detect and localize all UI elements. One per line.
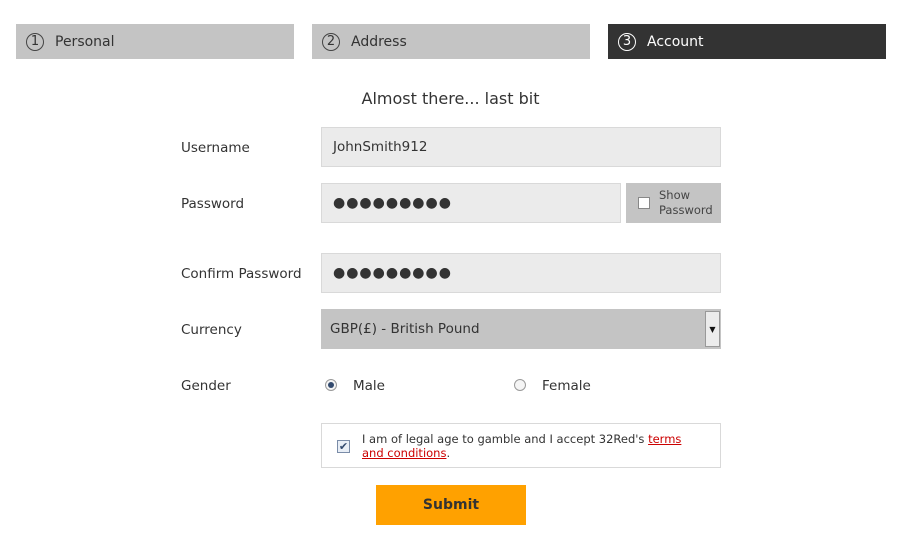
username-label: Username: [181, 140, 250, 156]
step-number-1: 1: [26, 32, 44, 51]
show-password-label-line2: Password: [659, 203, 713, 217]
username-value: JohnSmith912: [333, 139, 428, 155]
confirm-password-input[interactable]: ●●●●●●●●●: [321, 253, 721, 293]
submit-button[interactable]: Submit: [376, 485, 526, 525]
gender-female-label[interactable]: Female: [542, 378, 591, 394]
step-label-personal: Personal: [55, 33, 115, 50]
step-number-3: 3: [618, 32, 636, 51]
currency-value: GBP(£) - British Pound: [330, 321, 480, 337]
page-subtitle: Almost there... last bit: [361, 89, 540, 108]
show-password-label-line1: Show: [659, 188, 691, 202]
show-password-checkbox[interactable]: [638, 197, 650, 209]
terms-text: I am of legal age to gamble and I accept…: [362, 432, 702, 460]
gender-male-label[interactable]: Male: [353, 378, 385, 394]
confirm-password-value: ●●●●●●●●●: [333, 265, 452, 281]
gender-radio-female[interactable]: [514, 379, 526, 391]
show-password-label: Show Password: [659, 188, 713, 218]
terms-box: ✔ I am of legal age to gamble and I acce…: [321, 423, 721, 468]
step-label-address: Address: [351, 33, 407, 50]
step-address[interactable]: 2 Address: [312, 24, 590, 59]
gender-label: Gender: [181, 378, 231, 394]
step-number-2: 2: [322, 32, 340, 51]
currency-select[interactable]: GBP(£) - British Pound ▼: [321, 309, 721, 349]
terms-checkbox[interactable]: ✔: [337, 440, 350, 453]
step-label-account: Account: [647, 33, 704, 50]
password-value: ●●●●●●●●●: [333, 195, 452, 211]
terms-suffix: .: [446, 446, 451, 460]
gender-radio-male[interactable]: [325, 379, 337, 391]
currency-label: Currency: [181, 322, 242, 338]
password-label: Password: [181, 196, 245, 212]
username-input[interactable]: JohnSmith912: [321, 127, 721, 167]
confirm-password-label: Confirm Password: [181, 266, 302, 282]
step-personal[interactable]: 1 Personal: [16, 24, 294, 59]
step-account[interactable]: 3 Account: [608, 24, 886, 59]
show-password-toggle[interactable]: Show Password: [626, 183, 721, 223]
password-input[interactable]: ●●●●●●●●●: [321, 183, 621, 223]
terms-statement: I am of legal age to gamble and I accept…: [362, 432, 649, 446]
chevron-down-icon[interactable]: ▼: [705, 311, 720, 347]
radio-selected-dot: [328, 382, 334, 388]
